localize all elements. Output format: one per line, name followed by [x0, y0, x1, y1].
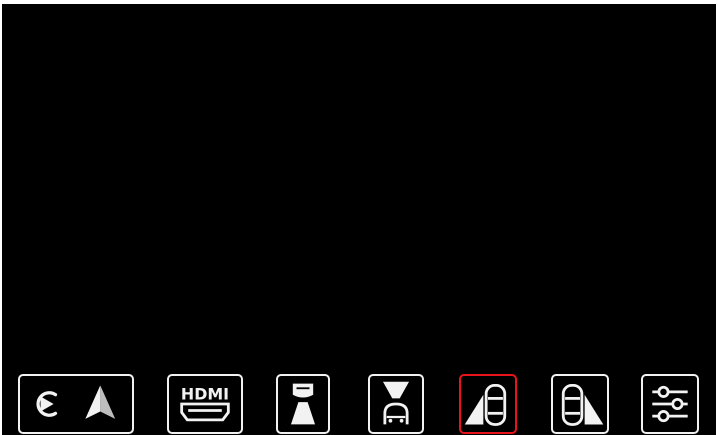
carplay-androidauto-icon	[36, 385, 116, 419]
settings-sliders-icon	[652, 385, 688, 423]
right-camera-button[interactable]	[551, 374, 609, 434]
front-camera-view-icon	[290, 383, 316, 425]
hdmi-button[interactable]: HDMI	[167, 374, 243, 434]
display-screen: HDMI	[2, 4, 716, 435]
video-area	[2, 4, 716, 368]
right-camera-view-icon	[561, 383, 604, 426]
rear-camera-view-icon	[383, 381, 409, 425]
front-camera-button[interactable]	[276, 374, 330, 434]
left-camera-view-icon	[464, 383, 507, 426]
carplay-androidauto-button[interactable]	[18, 374, 134, 434]
hdmi-icon: HDMI	[180, 384, 230, 422]
left-camera-button[interactable]	[459, 374, 517, 434]
hdmi-label: HDMI	[181, 384, 229, 403]
rear-camera-button[interactable]	[368, 374, 424, 434]
settings-button[interactable]	[641, 374, 699, 434]
